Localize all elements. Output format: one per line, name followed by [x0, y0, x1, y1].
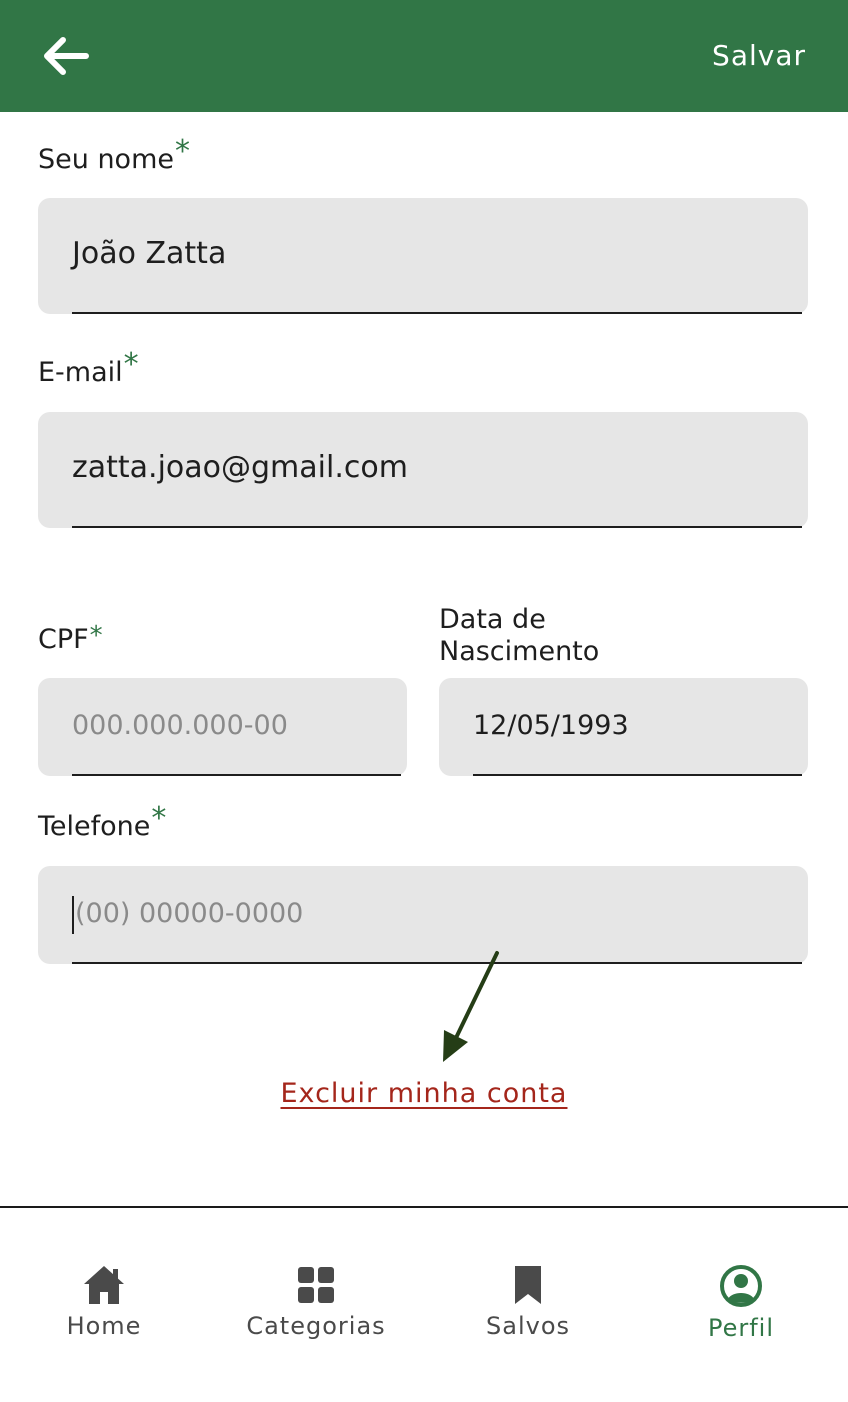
- nav-item-home[interactable]: Home: [4, 1264, 204, 1340]
- name-field-underline: [72, 312, 802, 314]
- back-button[interactable]: [40, 34, 92, 78]
- phone-placeholder: (00) 00000-0000: [75, 898, 304, 929]
- cpf-label: CPF*: [38, 621, 103, 656]
- email-field-underline: [72, 526, 802, 528]
- birthdate-label: Data de Nascimento: [439, 604, 599, 668]
- phone-label-text: Telefone: [38, 811, 151, 842]
- phone-field[interactable]: (00) 00000-0000: [38, 866, 808, 964]
- nav-label-home: Home: [66, 1312, 142, 1340]
- birthdate-label-line2: Nascimento: [439, 636, 600, 667]
- user-circle-icon: [720, 1265, 762, 1307]
- nav-item-perfil[interactable]: Perfil: [641, 1264, 841, 1342]
- arrow-left-icon: [44, 37, 89, 75]
- name-field[interactable]: João Zatta: [38, 198, 808, 314]
- bottom-nav: Home Categorias Salvos Perfil: [0, 1206, 848, 1402]
- required-mark: *: [123, 347, 139, 382]
- birthdate-label-line1: Data de: [439, 604, 546, 635]
- home-icon: [84, 1266, 124, 1304]
- required-mark: *: [89, 621, 103, 651]
- cpf-placeholder: 000.000.000-00: [72, 710, 288, 741]
- phone-label: Telefone*: [38, 803, 166, 843]
- name-label: Seu nome*: [38, 136, 190, 176]
- delete-account-link[interactable]: Excluir minha conta: [0, 1078, 848, 1109]
- name-value: João Zatta: [72, 236, 227, 271]
- app-bar: Salvar: [0, 0, 848, 112]
- required-mark: *: [175, 134, 190, 169]
- birthdate-field-underline: [473, 774, 802, 776]
- annotation-arrow-icon: [443, 951, 499, 1062]
- cpf-field[interactable]: 000.000.000-00: [38, 678, 407, 776]
- cpf-field-underline: [72, 774, 401, 776]
- name-label-text: Seu nome: [38, 144, 174, 175]
- birthdate-value: 12/05/1993: [473, 710, 629, 741]
- birthdate-field[interactable]: 12/05/1993: [439, 678, 808, 776]
- cpf-label-text: CPF: [38, 624, 89, 655]
- grid-icon: [298, 1267, 334, 1303]
- nav-label-salvos: Salvos: [486, 1312, 570, 1340]
- email-label-text: E-mail: [38, 357, 123, 388]
- nav-item-salvos[interactable]: Salvos: [428, 1264, 628, 1340]
- required-mark: *: [151, 801, 167, 836]
- text-cursor: [72, 896, 74, 934]
- nav-label-perfil: Perfil: [707, 1314, 775, 1342]
- phone-field-underline: [72, 962, 802, 964]
- email-field[interactable]: zatta.joao@gmail.com: [38, 412, 808, 528]
- nav-label-categorias: Categorias: [246, 1312, 386, 1340]
- nav-item-categorias[interactable]: Categorias: [216, 1264, 416, 1340]
- email-label: E-mail*: [38, 349, 139, 389]
- email-value: zatta.joao@gmail.com: [72, 450, 408, 485]
- save-button[interactable]: Salvar: [712, 36, 806, 76]
- bookmark-icon: [515, 1266, 541, 1304]
